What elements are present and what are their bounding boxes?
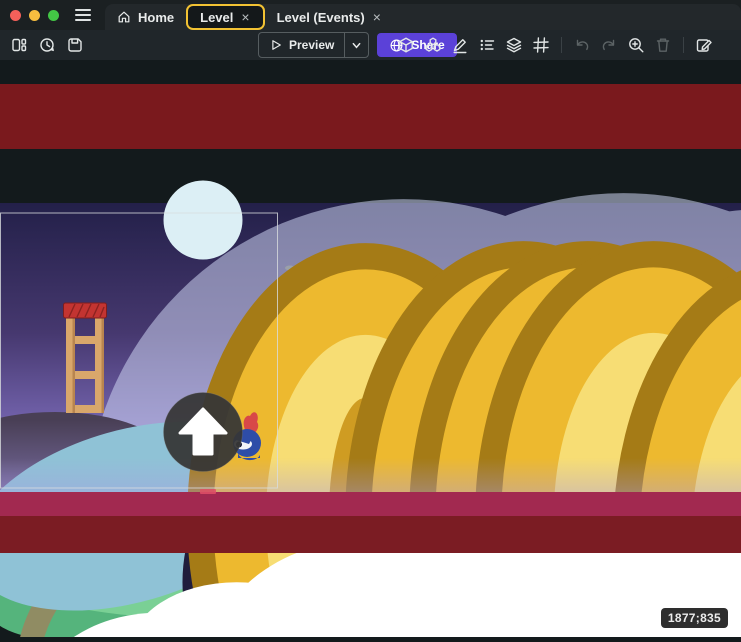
- tab-label: Level: [200, 10, 233, 25]
- panels-icon[interactable]: [8, 34, 30, 56]
- red-marker: [200, 489, 216, 494]
- zoom-window-button[interactable]: [48, 10, 59, 21]
- undo-icon[interactable]: [571, 34, 593, 56]
- scene-canvas[interactable]: 1877;835: [0, 60, 741, 637]
- tab-level-events[interactable]: Level (Events) ×: [265, 5, 394, 29]
- home-icon: [117, 10, 131, 24]
- window-controls: [0, 10, 59, 21]
- instances-list-icon[interactable]: [476, 34, 498, 56]
- grid-icon[interactable]: [530, 34, 552, 56]
- cursor-coordinates-badge: 1877;835: [661, 608, 728, 628]
- tab-level[interactable]: Level ×: [186, 4, 264, 30]
- scene-svg: [0, 60, 741, 637]
- jump-button[interactable]: [164, 393, 243, 472]
- preview-dropdown-button[interactable]: [344, 33, 368, 57]
- floor-crimson-band[interactable]: [0, 492, 741, 516]
- app-window: { "titlebar": { "window_controls": ["clo…: [0, 0, 741, 637]
- tab-label: Home: [138, 10, 174, 25]
- moon: [164, 181, 243, 260]
- floor-dark-red-band[interactable]: [0, 516, 741, 553]
- object-groups-icon[interactable]: [422, 34, 444, 56]
- tab-home[interactable]: Home: [105, 5, 186, 29]
- objects-3d-icon[interactable]: [395, 34, 417, 56]
- titlebar: Home Level × Level (Events) ×: [0, 0, 741, 30]
- play-icon: [269, 38, 283, 52]
- history-icon[interactable]: [36, 34, 58, 56]
- trash-icon[interactable]: [652, 34, 674, 56]
- toolbar: Preview Share: [0, 30, 741, 60]
- toolbar-separator: [561, 37, 562, 53]
- close-window-button[interactable]: [10, 10, 21, 21]
- toolbar-separator: [683, 37, 684, 53]
- preview-button[interactable]: Preview: [258, 32, 369, 58]
- tab-strip: Home Level × Level (Events) ×: [105, 4, 741, 30]
- zoom-in-icon[interactable]: [625, 34, 647, 56]
- edit-pencil-icon[interactable]: [449, 34, 471, 56]
- close-tab-icon[interactable]: ×: [240, 10, 250, 24]
- close-tab-icon[interactable]: ×: [372, 10, 382, 24]
- top-red-band[interactable]: [0, 84, 741, 149]
- tab-label: Level (Events): [277, 10, 365, 25]
- layers-icon[interactable]: [503, 34, 525, 56]
- edit-scene-properties-icon[interactable]: [693, 34, 715, 56]
- redo-icon[interactable]: [598, 34, 620, 56]
- save-icon[interactable]: [64, 34, 86, 56]
- chevron-down-icon: [351, 40, 362, 51]
- minimize-window-button[interactable]: [29, 10, 40, 21]
- mist-front: [0, 458, 741, 492]
- hamburger-icon[interactable]: [75, 9, 91, 21]
- preview-label: Preview: [289, 38, 334, 52]
